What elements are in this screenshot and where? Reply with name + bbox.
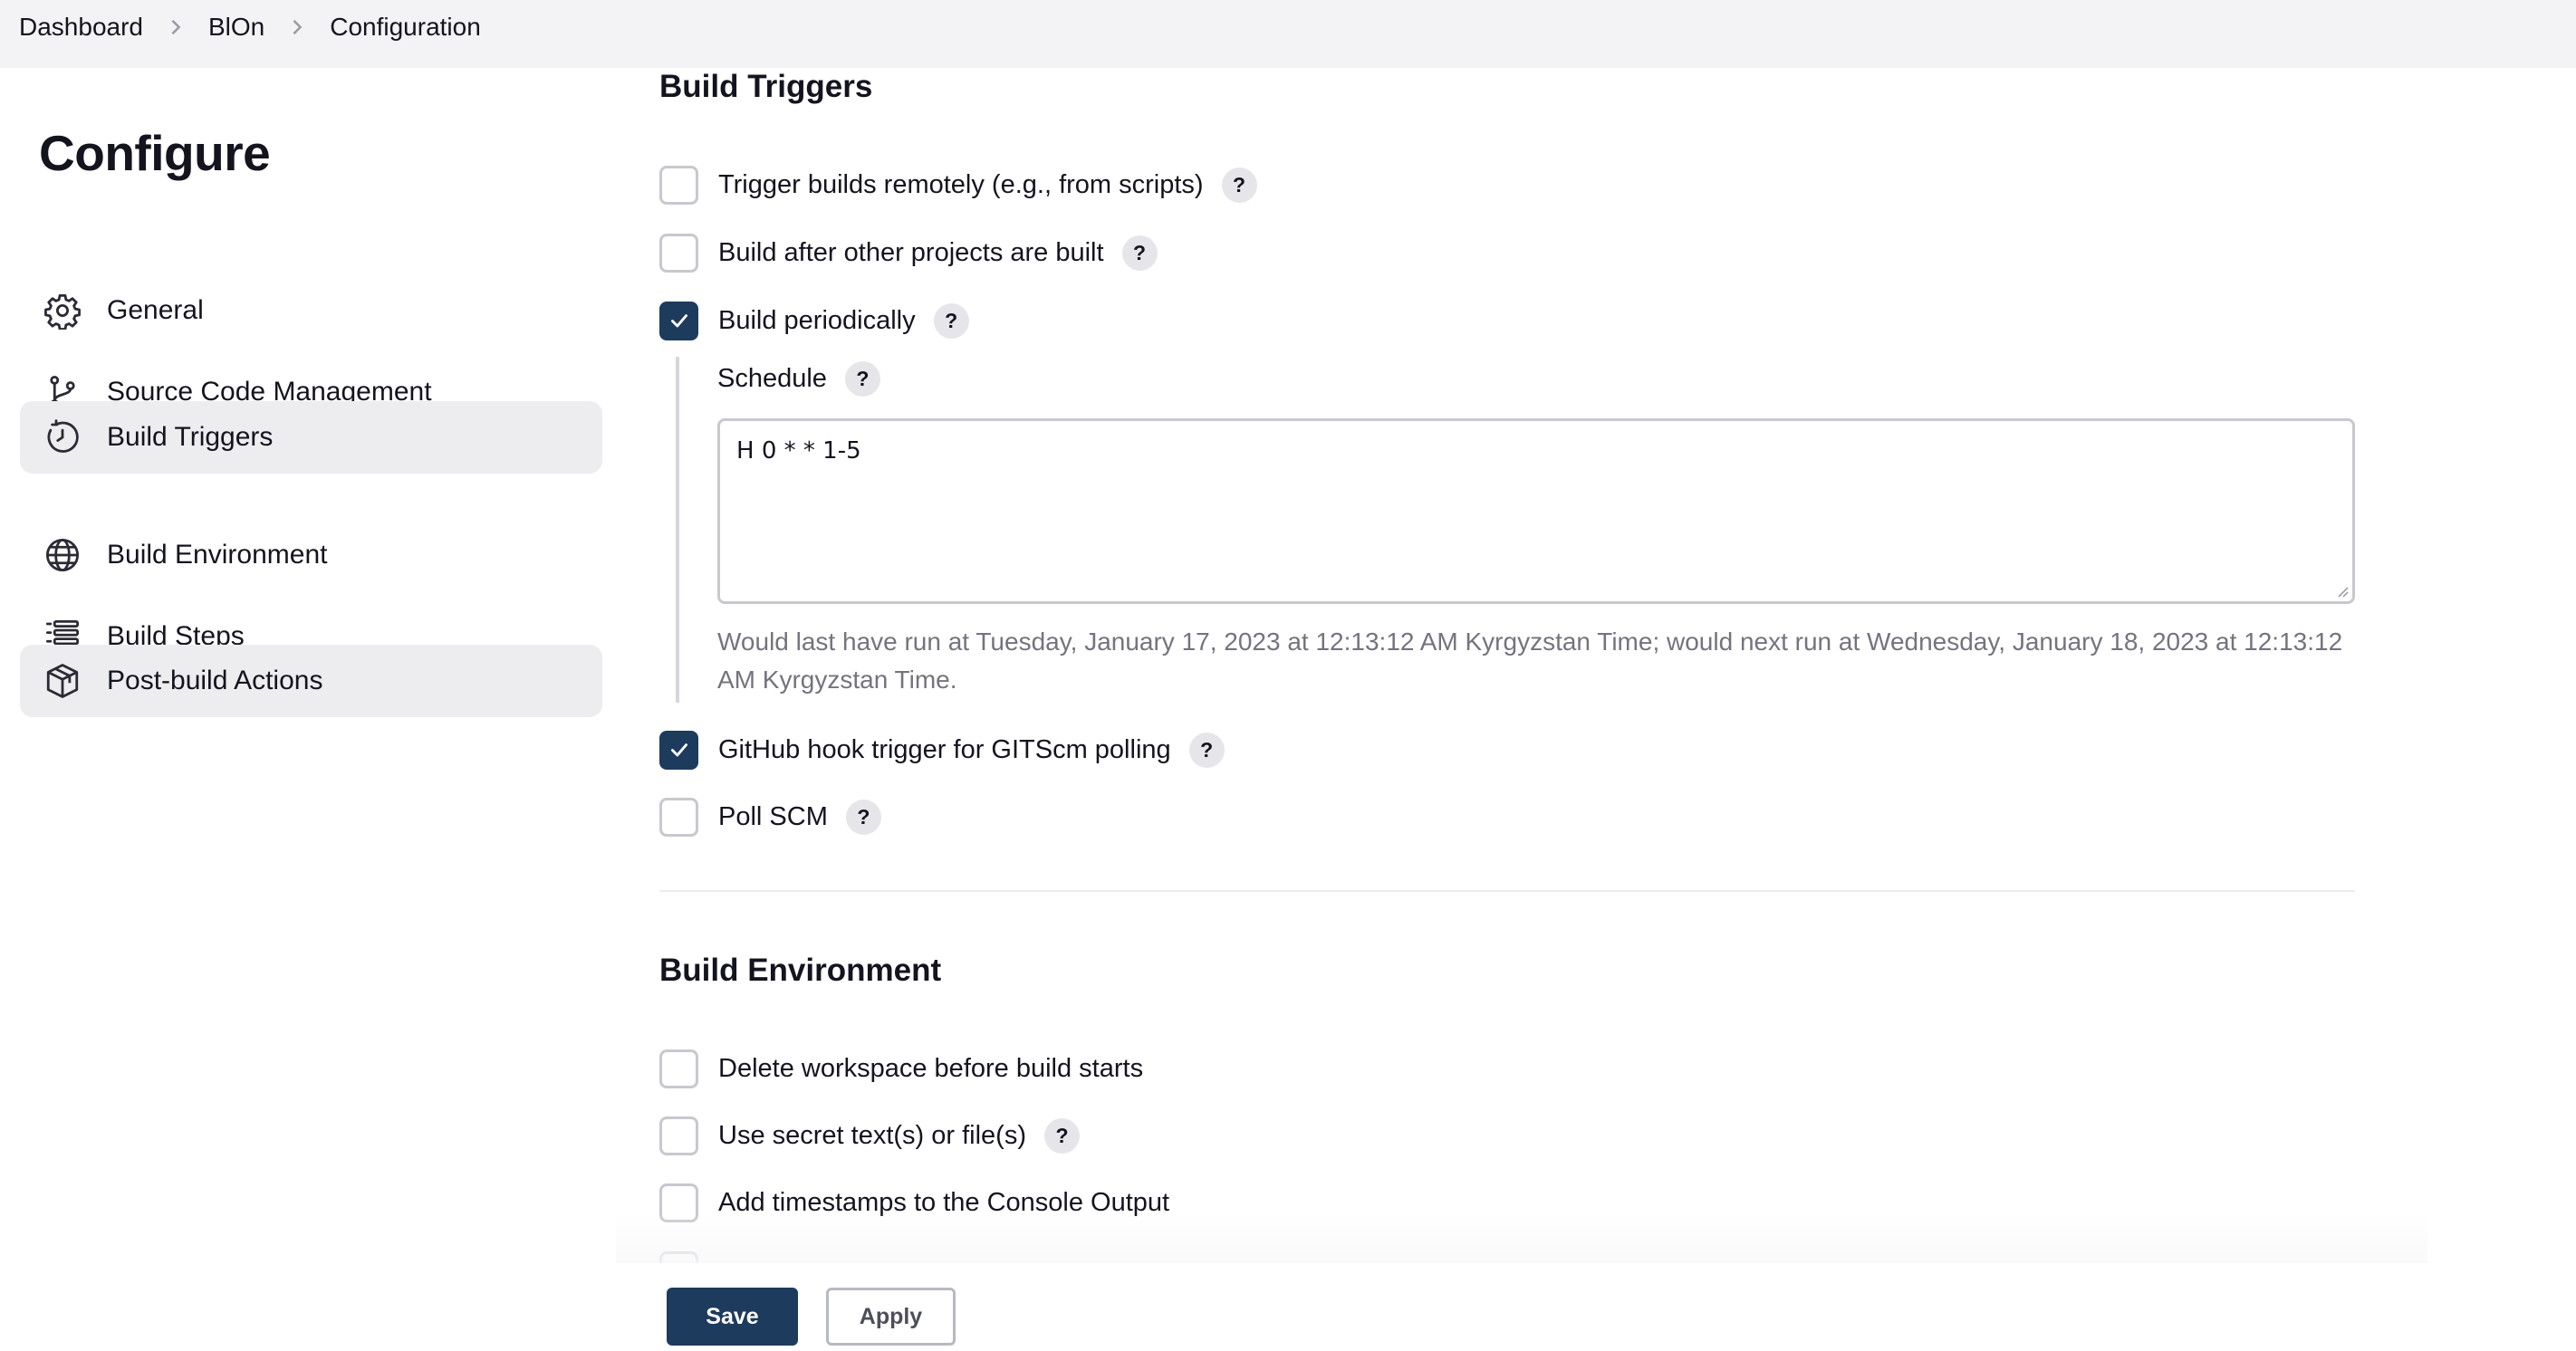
breadcrumb: Dashboard BlOn Configuration xyxy=(19,0,481,54)
build-after-other-projects-option: Build after other projects are built ? xyxy=(659,233,1158,273)
breadcrumb-configuration[interactable]: Configuration xyxy=(330,13,481,42)
build-triggers-title: Build Triggers xyxy=(659,69,873,104)
section-divider xyxy=(659,890,2355,892)
sidebar-item-label: General xyxy=(107,295,204,325)
use-secret-text-checkbox[interactable] xyxy=(659,1116,698,1155)
top-bar: Dashboard BlOn Configuration xyxy=(0,0,2576,68)
checkmark-icon xyxy=(670,314,687,328)
github-hook-trigger-option: GitHub hook trigger for GITScm polling ? xyxy=(659,730,1225,770)
sidebar-item-build-triggers[interactable]: Build Triggers xyxy=(20,401,602,474)
poll-scm-checkbox[interactable] xyxy=(659,797,698,837)
globe-icon xyxy=(43,536,82,574)
help-icon[interactable]: ? xyxy=(1121,235,1158,271)
help-icon[interactable]: ? xyxy=(1188,732,1225,768)
help-icon[interactable]: ? xyxy=(1044,1117,1080,1154)
delete-workspace-option: Delete workspace before build starts xyxy=(659,1049,1143,1088)
github-hook-trigger-checkbox[interactable] xyxy=(659,730,698,770)
package-icon xyxy=(43,662,82,700)
apply-button[interactable]: Apply xyxy=(826,1288,956,1346)
help-icon[interactable]: ? xyxy=(933,302,969,339)
page-title: Configure xyxy=(39,125,271,181)
schedule-label: Schedule xyxy=(717,363,827,393)
sidebar-item-label: Post-build Actions xyxy=(107,666,323,695)
save-button[interactable]: Save xyxy=(667,1288,798,1346)
option-label: Build periodically xyxy=(718,305,916,335)
gear-icon xyxy=(43,292,82,330)
trigger-remotely-option: Trigger builds remotely (e.g., from scri… xyxy=(659,165,1257,205)
sidebar-item-label: Build Triggers xyxy=(107,422,274,452)
trigger-remotely-checkbox[interactable] xyxy=(659,165,698,205)
help-icon[interactable]: ? xyxy=(844,360,880,397)
delete-workspace-checkbox[interactable] xyxy=(659,1049,698,1088)
schedule-value: H 0 * * 1-5 xyxy=(736,437,861,465)
option-label: Poll SCM xyxy=(718,801,828,831)
option-label: Delete workspace before build starts xyxy=(718,1053,1144,1083)
breadcrumb-dashboard[interactable]: Dashboard xyxy=(19,13,143,42)
build-periodically-option: Build periodically ? xyxy=(659,301,969,340)
build-periodically-checkbox[interactable] xyxy=(659,301,698,340)
footer-shadow xyxy=(616,1213,2427,1268)
build-after-other-projects-checkbox[interactable] xyxy=(659,233,698,273)
option-label: GitHub hook trigger for GITScm polling xyxy=(718,734,1171,764)
sidebar-item-general[interactable]: General xyxy=(20,274,602,347)
sidebar-item-label: Build Environment xyxy=(107,540,328,570)
sidebar-item-post-build-actions[interactable]: Post-build Actions xyxy=(20,645,602,717)
clock-icon xyxy=(43,418,82,456)
help-icon[interactable]: ? xyxy=(1221,167,1257,203)
chevron-right-icon xyxy=(143,19,208,35)
chevron-right-icon xyxy=(264,19,330,35)
build-environment-title: Build Environment xyxy=(659,953,942,988)
option-label: Trigger builds remotely (e.g., from scri… xyxy=(718,169,1204,199)
checkmark-icon xyxy=(670,743,687,757)
option-label: Build after other projects are built xyxy=(718,237,1104,267)
schedule-textarea[interactable]: H 0 * * 1-5 xyxy=(717,418,2355,604)
resize-grip-icon[interactable] xyxy=(2334,583,2349,598)
option-label: Use secret text(s) or file(s) xyxy=(718,1120,1026,1150)
schedule-label-row: Schedule ? xyxy=(717,359,880,398)
poll-scm-option: Poll SCM ? xyxy=(659,797,881,837)
use-secret-text-option: Use secret text(s) or file(s) ? xyxy=(659,1116,1080,1155)
schedule-nested-bar xyxy=(676,357,679,703)
help-icon[interactable]: ? xyxy=(845,799,881,835)
schedule-note: Would last have run at Tuesday, January … xyxy=(717,628,2343,694)
sidebar-item-build-environment[interactable]: Build Environment xyxy=(20,519,602,591)
breadcrumb-project[interactable]: BlOn xyxy=(208,13,264,42)
